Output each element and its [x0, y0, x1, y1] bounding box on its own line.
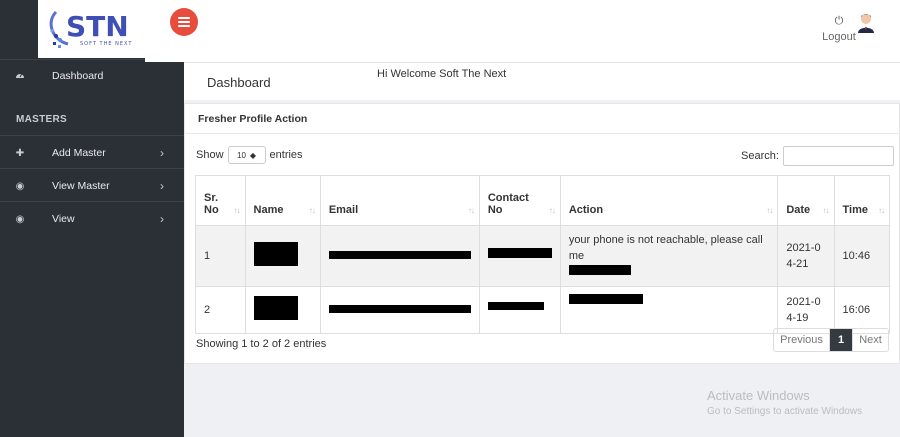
cell-action: [559, 286, 779, 334]
divider: [0, 135, 184, 136]
stn-logo-icon: STN SOFT THE NEXT: [49, 10, 132, 48]
watermark-subtitle: Go to Settings to activate Windows: [707, 406, 863, 417]
table-info: Showing 1 to 2 of 2 entries: [196, 338, 327, 350]
sidebar-item-add-master[interactable]: ✚ Add Master ›: [0, 141, 184, 165]
svg-text:SOFT THE NEXT: SOFT THE NEXT: [80, 41, 132, 47]
table-header-row: Sr. No ↑↓ Name ↑↓ Email ↑↓ Contact No ↑↓ Act…: [195, 175, 891, 226]
column-header-name[interactable]: Name ↑↓: [244, 175, 321, 226]
cell-date: 2021-04-21: [777, 225, 835, 287]
user-avatar-icon: [858, 14, 874, 33]
sidebar: STN SOFT THE NEXT Dashboard MASTERS ✚ Ad…: [0, 0, 184, 437]
page-header: Dashboard Hi Welcome Soft The Next: [184, 62, 900, 100]
redaction-block: [253, 241, 298, 266]
sort-icon: ↑↓: [878, 206, 885, 215]
cell-time: 10:46: [833, 225, 891, 287]
fresher-table: Sr. No ↑↓ Name ↑↓ Email ↑↓ Contact No ↑↓ Act…: [195, 175, 891, 334]
topbar: [145, 0, 900, 62]
sort-icon: ↑↓: [308, 206, 316, 215]
menu-toggle-button[interactable]: [170, 8, 198, 36]
watermark-title: Activate Windows: [707, 388, 810, 403]
redaction-block: [328, 251, 471, 259]
entries-label: entries: [269, 149, 303, 161]
next-page-button[interactable]: Next: [852, 329, 888, 351]
cell-sr: 1: [195, 225, 246, 287]
cell-time: 16:06: [833, 286, 891, 334]
sidebar-item-label: Dashboard: [52, 70, 104, 82]
cell-email: [319, 286, 480, 334]
previous-page-button[interactable]: Previous: [774, 329, 830, 351]
column-header-contact[interactable]: Contact No ↑↓: [478, 175, 561, 226]
column-header-action[interactable]: Action ↑↓: [559, 175, 779, 226]
cell-name: [244, 225, 321, 287]
sidebar-item-dashboard[interactable]: Dashboard: [0, 64, 184, 88]
card-title: Fresher Profile Action: [198, 113, 308, 125]
sort-updown-icon: ◆: [249, 150, 257, 160]
table-row: 1 your phone is not reachable, please ca…: [195, 225, 891, 287]
eye-icon: ◉: [15, 180, 25, 192]
redaction-block: [487, 302, 544, 310]
search-label: Search:: [741, 150, 779, 162]
page-length-control: Show 10 ◆ entries: [196, 146, 303, 164]
redaction-block: [568, 294, 643, 304]
search-control: Search:: [741, 146, 894, 166]
page-length-value: 10: [237, 150, 246, 160]
cell-date: 2021-04-19: [777, 286, 835, 334]
page-length-select[interactable]: 10 ◆: [227, 146, 266, 164]
chevron-right-icon: ›: [160, 212, 164, 226]
sort-icon: ↑↓: [548, 206, 556, 215]
column-header-email[interactable]: Email ↑↓: [319, 175, 480, 226]
hamburger-icon: [178, 17, 190, 27]
sort-icon: ↑↓: [467, 206, 475, 215]
activate-windows-watermark: Activate Windows Go to Settings to activ…: [707, 388, 862, 417]
cell-name: [244, 286, 321, 334]
fresher-profile-card: Fresher Profile Action Show 10 ◆ entries…: [184, 103, 900, 364]
logo[interactable]: STN SOFT THE NEXT: [38, 0, 145, 58]
page-1-button[interactable]: 1: [830, 329, 852, 351]
chevron-right-icon: ›: [160, 146, 164, 160]
redaction-block: [328, 305, 471, 313]
cell-email: [319, 225, 480, 287]
svg-text:STN: STN: [66, 10, 129, 43]
cell-contact: [478, 225, 561, 287]
search-input[interactable]: [782, 146, 894, 166]
column-header-date[interactable]: Date ↑↓: [777, 175, 835, 226]
redaction-block: [253, 295, 298, 320]
sidebar-item-view[interactable]: ◉ View ›: [0, 207, 184, 231]
cell-sr: 2: [195, 286, 246, 334]
sidebar-section-heading: MASTERS: [16, 114, 67, 125]
sidebar-item-label: Add Master: [52, 147, 106, 159]
plus-icon: ✚: [15, 147, 25, 159]
cell-contact: [478, 286, 561, 334]
welcome-text: Hi Welcome Soft The Next: [377, 68, 507, 80]
column-header-time[interactable]: Time ↑↓: [833, 175, 891, 226]
eye-icon: ◉: [15, 213, 25, 225]
chevron-right-icon: ›: [160, 179, 164, 193]
cell-action: your phone is not reachable, please call…: [559, 225, 779, 287]
sort-icon: ↑↓: [766, 206, 773, 215]
divider: [0, 168, 184, 169]
column-header-sr-no[interactable]: Sr. No ↑↓: [195, 175, 246, 226]
card-header: Fresher Profile Action: [185, 104, 900, 134]
redaction-block: [568, 265, 631, 275]
divider: [0, 201, 184, 202]
page-title: Dashboard: [207, 75, 271, 90]
sidebar-item-label: View Master: [52, 180, 110, 192]
tachometer-icon: [14, 70, 26, 82]
show-label: Show: [196, 149, 224, 161]
sidebar-item-view-master[interactable]: ◉ View Master ›: [0, 174, 184, 198]
sidebar-item-label: View: [52, 213, 75, 225]
sort-icon: ↑↓: [822, 206, 830, 215]
sort-icon: ↑↓: [233, 206, 241, 215]
pagination: Previous 1 Next: [773, 328, 889, 352]
avatar[interactable]: [855, 12, 877, 34]
redaction-block: [487, 248, 552, 258]
table-row: 2 2021-04-19 16:06: [195, 286, 891, 334]
